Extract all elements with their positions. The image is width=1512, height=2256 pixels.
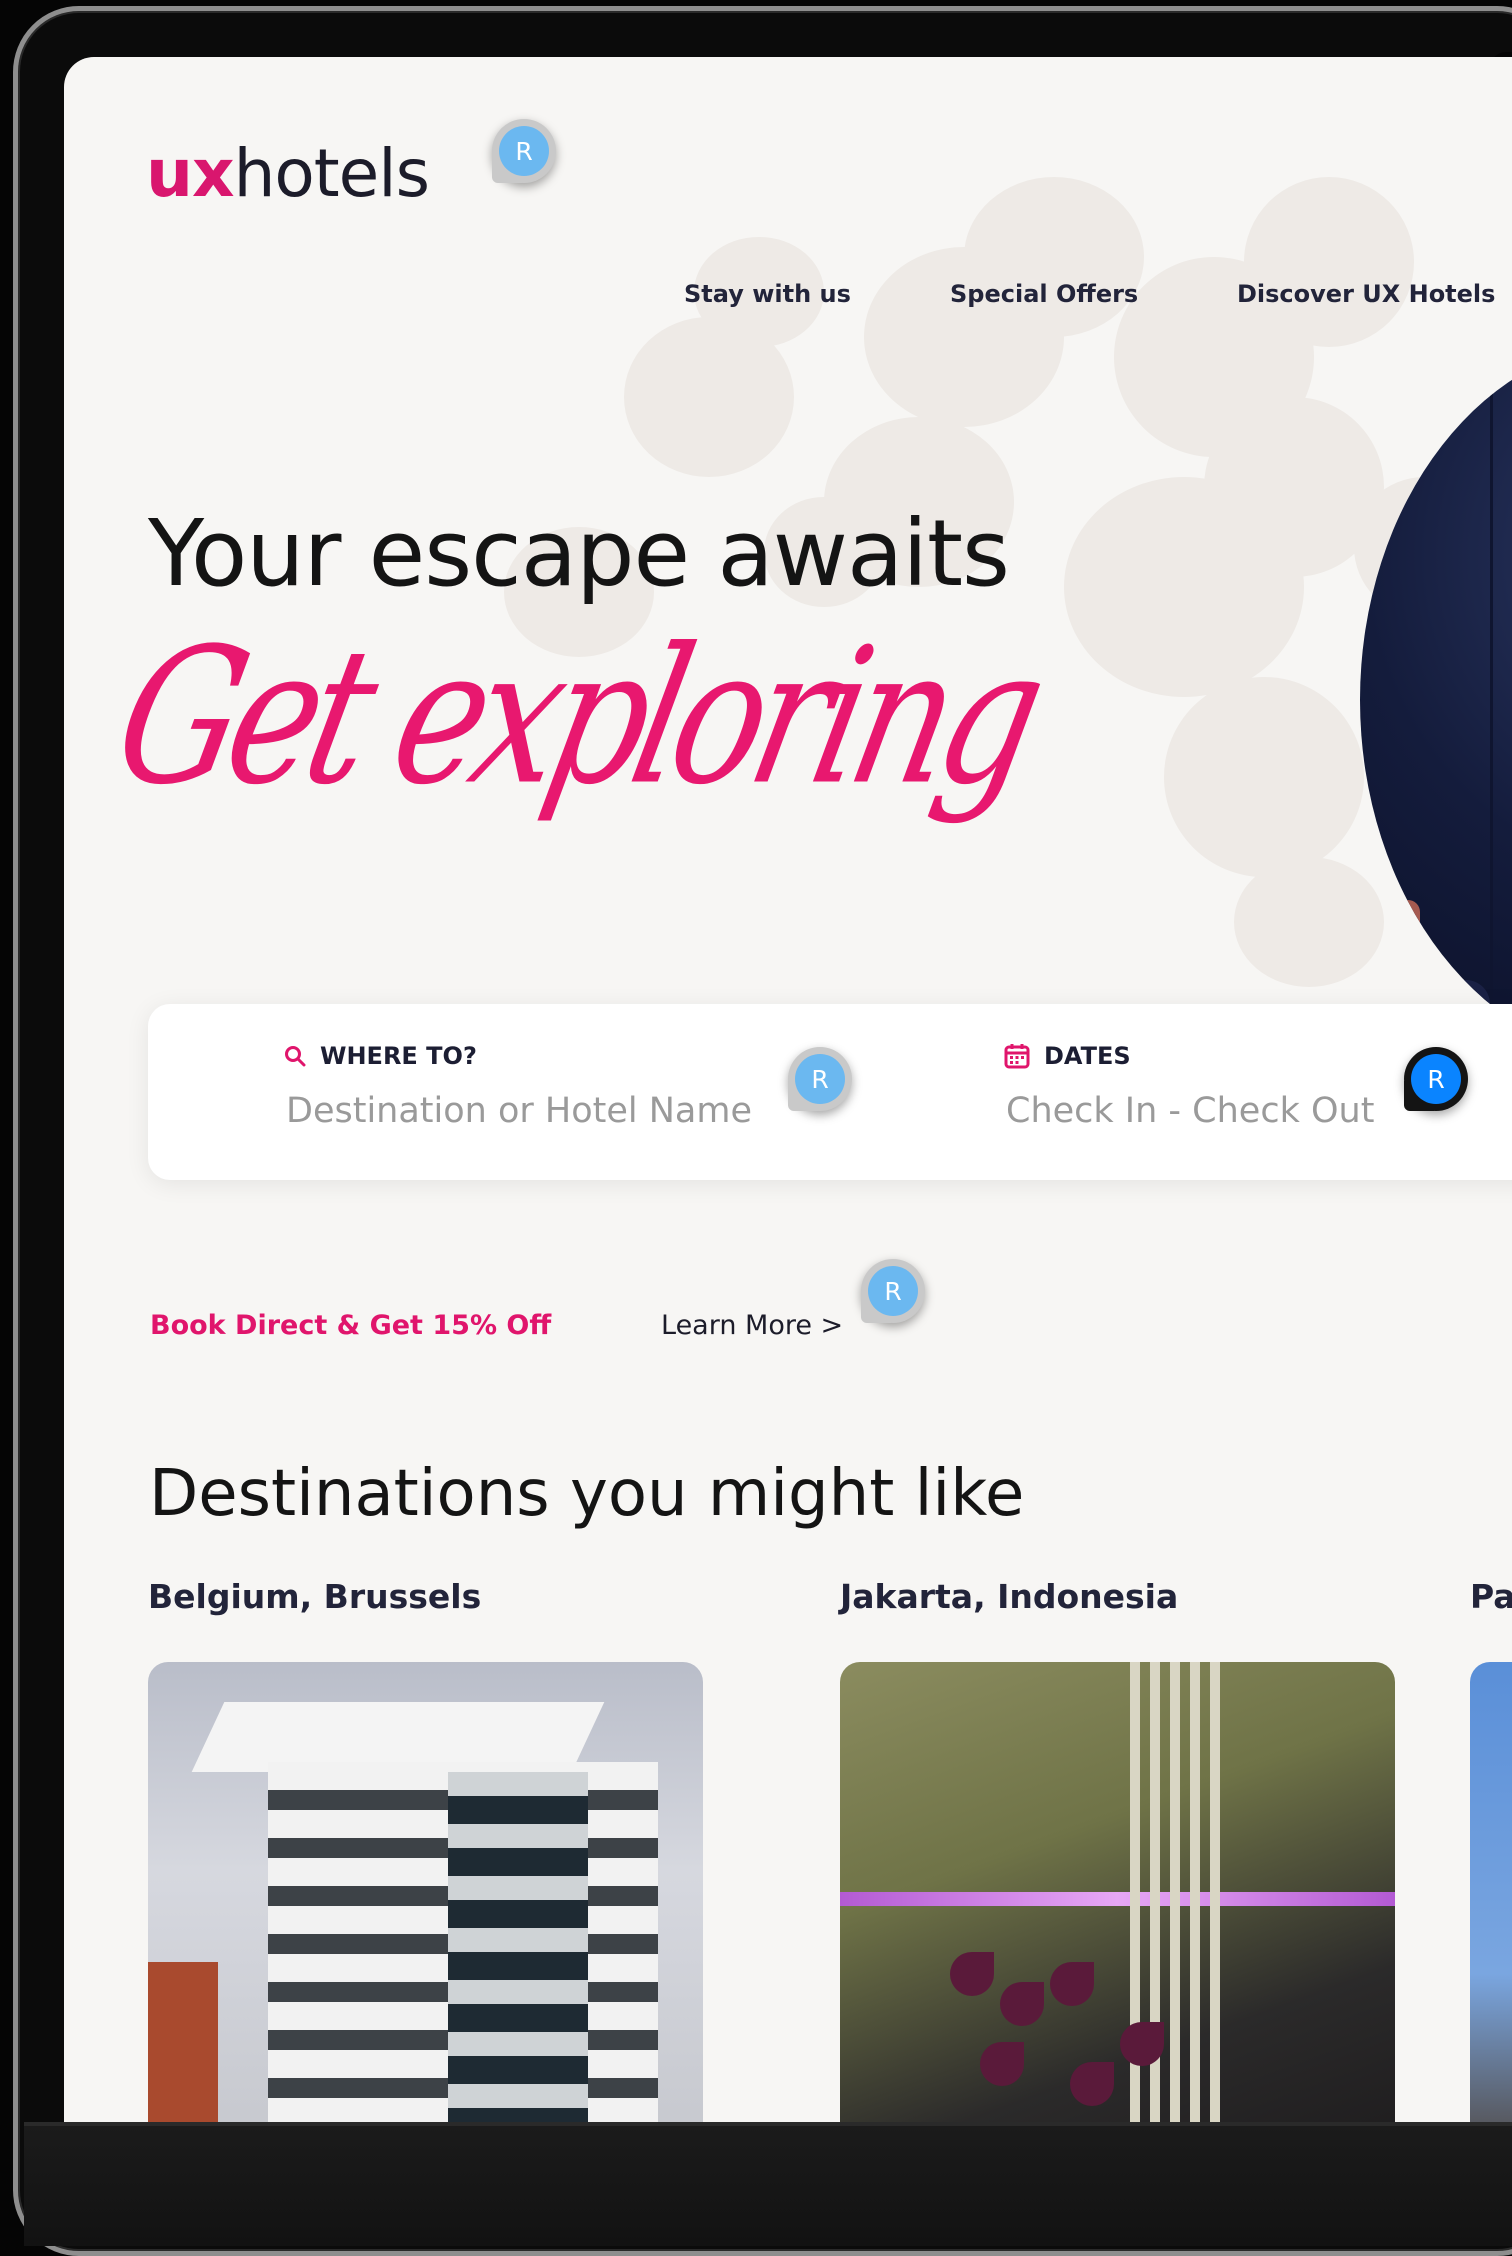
laptop-bezel-bottom — [24, 2122, 1512, 2246]
review-badge-label: R — [868, 1266, 918, 1316]
where-label-text: WHERE TO? — [320, 1042, 477, 1070]
logo-ux: ux — [146, 135, 235, 212]
review-badge-logo[interactable]: R — [492, 119, 556, 183]
browser-viewport: ux hotels R Stay with us Special Offers D… — [64, 57, 1512, 2123]
destination-card-brussels[interactable] — [148, 1662, 703, 2123]
destination-name-brussels[interactable]: Belgium, Brussels — [148, 1577, 481, 1616]
nav-special-offers[interactable]: Special Offers — [950, 280, 1138, 308]
destinations-title: Destinations you might like — [149, 1457, 1025, 1531]
hero-photo — [1360, 340, 1512, 1060]
learn-more-link[interactable]: Learn More > — [661, 1310, 843, 1341]
hero-title: Your escape awaits — [148, 500, 1010, 607]
review-badge-label: R — [1411, 1054, 1461, 1104]
destination-card-third[interactable] — [1470, 1662, 1512, 2123]
destination-name-jakarta[interactable]: Jakarta, Indonesia — [840, 1577, 1178, 1616]
logo-hotels: hotels — [233, 135, 430, 212]
logo[interactable]: ux hotels — [146, 135, 430, 212]
review-badge-promo[interactable]: R — [861, 1259, 925, 1323]
destination-input[interactable] — [286, 1091, 806, 1131]
review-badge-destination[interactable]: R — [788, 1047, 852, 1111]
dates-label: DATES — [1004, 1042, 1131, 1070]
search-icon — [285, 1046, 306, 1067]
calendar-icon — [1004, 1044, 1030, 1069]
review-badge-label: R — [795, 1054, 845, 1104]
nav-stay-with-us[interactable]: Stay with us — [684, 280, 851, 308]
nav-discover-ux-hotels[interactable]: Discover UX Hotels — [1237, 280, 1495, 308]
dates-label-text: DATES — [1044, 1042, 1131, 1070]
where-label: WHERE TO? — [284, 1042, 477, 1070]
review-badge-label: R — [499, 126, 549, 176]
destination-card-jakarta[interactable] — [840, 1662, 1395, 2123]
hero-script-heading: Get exploring — [99, 609, 1053, 827]
promo-text: Book Direct & Get 15% Off — [150, 1310, 552, 1341]
review-badge-dates[interactable]: R — [1404, 1047, 1468, 1111]
dates-input[interactable] — [1006, 1091, 1446, 1131]
destination-name-third[interactable]: Pa — [1470, 1577, 1512, 1616]
